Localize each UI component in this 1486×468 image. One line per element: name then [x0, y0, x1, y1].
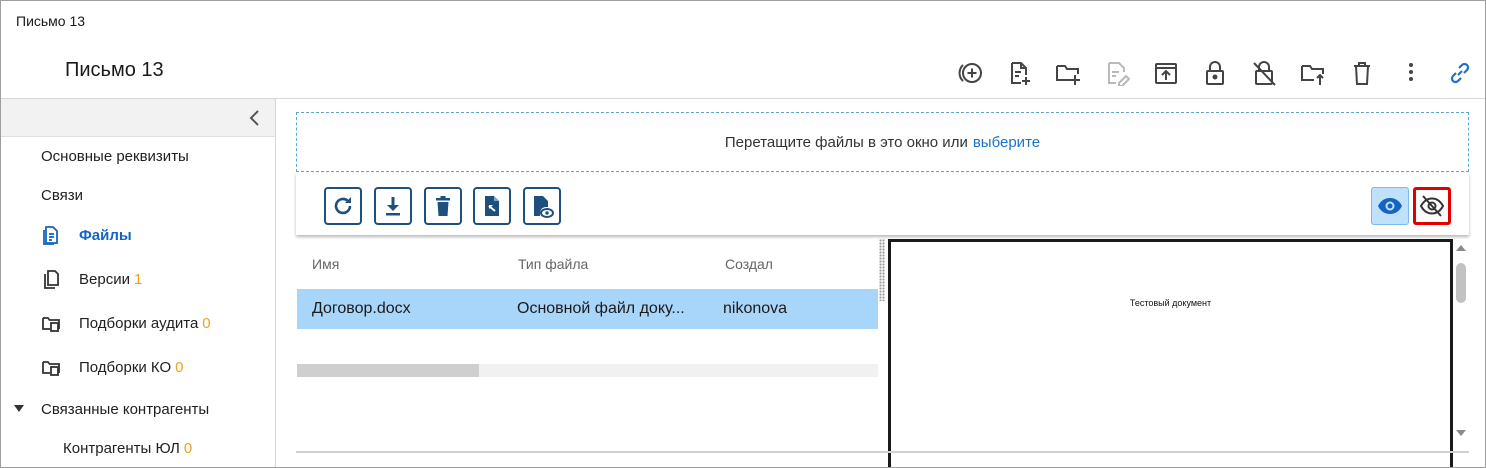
add-circle-button[interactable]: [953, 56, 987, 90]
sidebar-item-label: Подборки аудита 0: [79, 315, 211, 332]
show-preview-toggle[interactable]: [1371, 187, 1409, 225]
upload-button[interactable]: [1149, 56, 1183, 90]
move-folder-button[interactable]: [1296, 56, 1330, 90]
app-window: Письмо 13 Письмо 13 Основные реквизиты С…: [0, 0, 1486, 468]
scroll-up-arrow[interactable]: [1456, 245, 1466, 251]
dropzone-text: Перетащите файлы в это окно или: [724, 133, 968, 151]
sidebar-item-main-details[interactable]: Основные реквизиты: [1, 136, 275, 176]
audit-label: Подборки аудита: [79, 314, 199, 332]
table-row[interactable]: Договор.docx Основной файл доку... nikon…: [297, 289, 878, 329]
more-button[interactable]: [1394, 56, 1428, 90]
cell-type: Основной файл доку...: [517, 300, 685, 317]
page-title: Письмо 13: [65, 59, 164, 81]
panel-splitter[interactable]: [879, 239, 885, 301]
sidebar-item-label: Основные реквизиты: [41, 147, 189, 165]
column-header-type[interactable]: Тип файла: [518, 256, 588, 272]
versions-count: 1: [133, 270, 143, 288]
hide-preview-toggle[interactable]: [1413, 187, 1451, 225]
delete-icon: [436, 196, 450, 216]
more-vert-icon: [1409, 63, 1413, 81]
divider: [296, 451, 1469, 453]
document-icon: [43, 226, 58, 245]
unlock-icon: [1253, 61, 1276, 86]
sidebar-collapse-button[interactable]: [1, 99, 275, 137]
folder-copy-icon: [42, 317, 60, 332]
versions-label: Версии: [79, 270, 130, 288]
preview-document-text: Тестовый документ: [1129, 298, 1212, 308]
download-icon: [386, 197, 400, 216]
sidebar-item-versions[interactable]: Версии 1: [1, 259, 275, 299]
scrollbar-thumb[interactable]: [297, 364, 479, 377]
new-file-button[interactable]: [1002, 56, 1036, 90]
ko-label: Подборки КО: [79, 358, 172, 376]
choose-files-link[interactable]: выберите: [973, 134, 1040, 151]
eye-icon: [1378, 198, 1402, 214]
horizontal-scrollbar[interactable]: [297, 364, 878, 377]
delete-file-button[interactable]: [424, 187, 462, 225]
refresh-icon: [334, 197, 352, 215]
add-circle-icon: [958, 63, 982, 83]
copy-link-button[interactable]: [1443, 56, 1477, 90]
document-toolbar: [938, 53, 1477, 93]
chevron-left-icon: [249, 110, 259, 126]
vertical-scrollbar[interactable]: [1453, 239, 1469, 445]
file-preview-icon: [534, 196, 554, 218]
sidebar-item-label: Связи: [41, 186, 84, 204]
cell-name: Договор.docx: [312, 300, 411, 317]
replace-file-button[interactable]: [473, 187, 511, 225]
sidebar: Основные реквизиты Связи Файлы Версии 1 П…: [1, 99, 276, 467]
audit-count: 0: [202, 314, 211, 332]
replace-file-icon: [485, 196, 499, 216]
sidebar-item-label: Связанные контрагенты: [41, 400, 210, 418]
files-toolbar: [296, 173, 1469, 235]
delete-button[interactable]: [1345, 56, 1379, 90]
copy-icon: [44, 270, 59, 289]
trash-icon: [1354, 62, 1370, 85]
sidebar-item-label: Файлы: [79, 226, 132, 244]
lock-button[interactable]: [1198, 56, 1232, 90]
sidebar-item-files[interactable]: Файлы: [1, 215, 275, 255]
sidebar-item-links[interactable]: Связи: [1, 175, 275, 215]
ko-count: 0: [175, 358, 184, 376]
upload-icon: [1155, 63, 1177, 84]
new-file-icon: [1011, 62, 1030, 85]
sidebar-item-label: Версии 1: [79, 271, 142, 288]
sidebar-item-audit-collections[interactable]: Подборки аудита 0: [1, 303, 275, 343]
table-header: Имя Тип файла Создал: [297, 241, 878, 287]
document-preview: Тестовый документ: [888, 239, 1453, 467]
cell-author: nikonova: [723, 300, 788, 317]
sidebar-item-ko-collections[interactable]: Подборки КО 0: [1, 347, 275, 387]
edit-file-button[interactable]: [1100, 56, 1134, 90]
new-folder-icon: [1056, 65, 1080, 85]
counterparties-count: 0: [183, 439, 193, 457]
lock-icon: [1206, 61, 1224, 85]
preview-file-button[interactable]: [523, 187, 561, 225]
caret-down-icon: [14, 405, 24, 412]
link-icon: [1450, 62, 1470, 84]
refresh-button[interactable]: [324, 187, 362, 225]
folder-copy-icon: [42, 361, 60, 376]
scroll-down-arrow[interactable]: [1456, 430, 1466, 436]
move-folder-icon: [1301, 65, 1324, 85]
edit-file-icon: [1108, 62, 1130, 86]
sidebar-item-counterparties-ul[interactable]: Контрагенты ЮЛ 0: [1, 428, 275, 467]
file-dropzone[interactable]: Перетащите файлы в это окно или выберите: [296, 112, 1469, 172]
counterparties-label: Контрагенты ЮЛ: [63, 439, 180, 457]
files-panel: Перетащите файлы в это окно или выберите: [282, 99, 1485, 467]
download-button[interactable]: [374, 187, 412, 225]
window-title: Письмо 13: [16, 13, 86, 29]
sidebar-item-label: Подборки КО 0: [79, 359, 184, 376]
sidebar-item-related-counterparties[interactable]: Связанные контрагенты: [1, 389, 275, 429]
unlock-button[interactable]: [1247, 56, 1281, 90]
scrollbar-thumb[interactable]: [1456, 263, 1466, 303]
eye-off-icon: [1419, 195, 1445, 217]
column-header-author[interactable]: Создал: [725, 256, 773, 272]
new-folder-button[interactable]: [1051, 56, 1085, 90]
sidebar-item-label: Контрагенты ЮЛ 0: [63, 440, 192, 457]
document-header: Письмо 13: [1, 45, 1485, 99]
column-header-name[interactable]: Имя: [312, 256, 339, 272]
